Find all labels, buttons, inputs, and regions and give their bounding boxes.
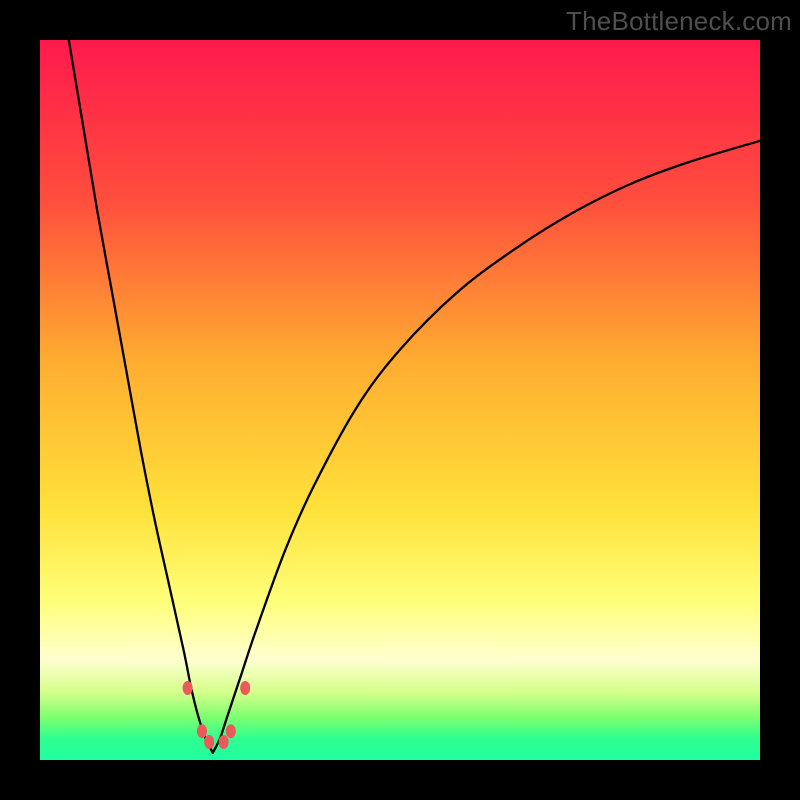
- notch-marker: [226, 724, 236, 738]
- notch-marker: [219, 735, 229, 749]
- chart-svg: [40, 40, 760, 760]
- plot-area: [40, 40, 760, 760]
- notch-marker: [240, 681, 250, 695]
- chart-frame: TheBottleneck.com: [0, 0, 800, 800]
- notch-marker: [183, 681, 193, 695]
- notch-marker: [197, 724, 207, 738]
- gradient-background: [40, 40, 760, 760]
- notch-marker: [204, 735, 214, 749]
- watermark-text: TheBottleneck.com: [566, 6, 792, 37]
